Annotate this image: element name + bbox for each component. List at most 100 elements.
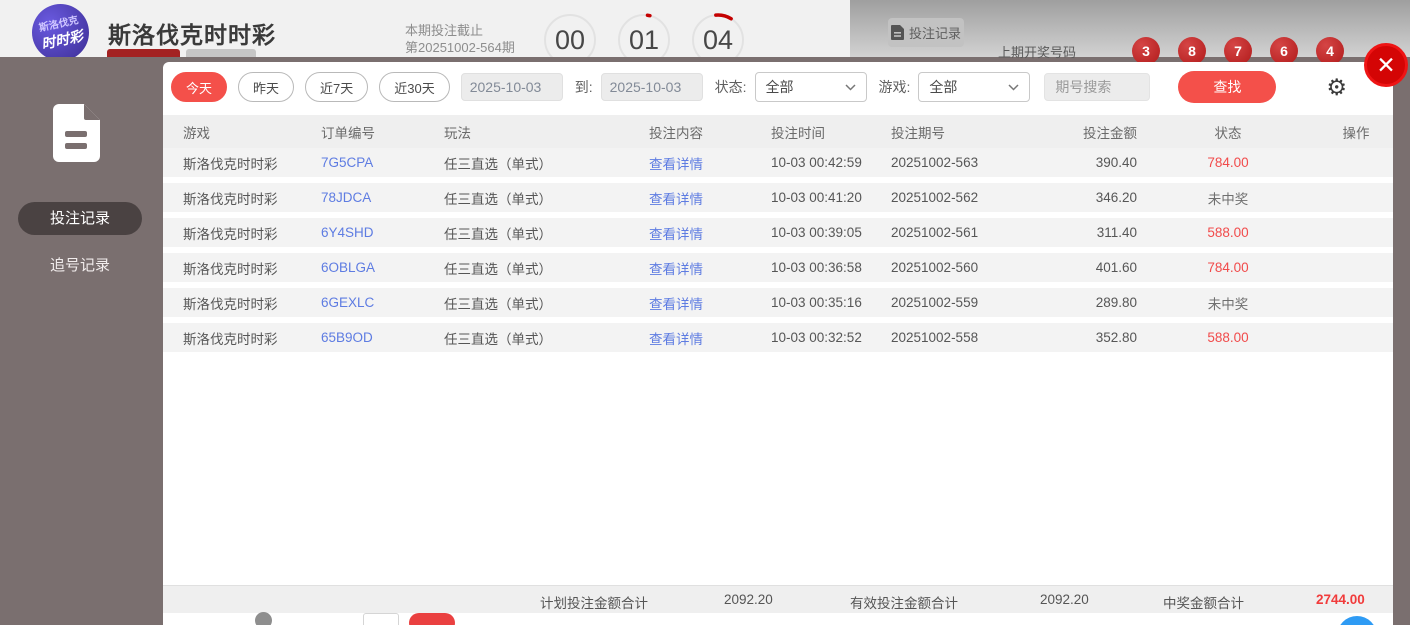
- countdown-timer: 00 01 04: [543, 13, 745, 57]
- order-number-link[interactable]: 7G5CPA: [321, 155, 444, 170]
- cell-status: 784.00: [1207, 155, 1249, 170]
- modal-sidebar: 投注记录 追号记录: [0, 60, 160, 282]
- lottery-ball: 4: [1316, 37, 1345, 65]
- view-details-link[interactable]: 查看详情: [649, 223, 771, 243]
- to-label: 到:: [574, 79, 593, 95]
- deadline-info: 本期投注截止 第20251002-564期: [405, 22, 515, 56]
- order-number-link[interactable]: 78JDCA: [321, 190, 444, 205]
- table-body: 斯洛伐克时时彩 7G5CPA 任三直选（单式） 查看详情 10-03 00:42…: [163, 148, 1393, 352]
- col-play: 玩法: [444, 125, 471, 141]
- status-label: 状态:: [714, 79, 747, 95]
- table-header: 游戏 订单编号 玩法 投注内容 投注时间 投注期号 投注金额 状态 操作: [163, 115, 1393, 148]
- cell-game: 斯洛伐克时时彩: [183, 331, 278, 347]
- order-number-link[interactable]: 65B9OD: [321, 330, 444, 345]
- sidebar-item-chase-records[interactable]: 追号记录: [18, 249, 142, 282]
- lottery-ball: 6: [1270, 37, 1299, 65]
- cell-bet-period: 20251002-563: [891, 155, 979, 170]
- col-status: 状态: [1214, 125, 1242, 141]
- chevron-down-icon: [1008, 83, 1019, 91]
- game-select[interactable]: 全部: [918, 72, 1031, 102]
- filter-30days-button[interactable]: 近30天: [379, 72, 450, 102]
- refresh-icon[interactable]: [255, 612, 272, 625]
- win-total-value: 2744.00: [1316, 592, 1365, 607]
- col-period: 投注期号: [891, 125, 945, 141]
- bet-record-button[interactable]: 投注记录: [888, 18, 964, 47]
- filter-yesterday-button[interactable]: 昨天: [238, 72, 295, 102]
- lottery-ball: 3: [1132, 37, 1161, 65]
- col-game: 游戏: [183, 125, 210, 141]
- cell-bet-period: 20251002-562: [891, 190, 979, 205]
- page-go-button[interactable]: [409, 613, 455, 625]
- countdown-minutes-high: 00: [543, 13, 597, 57]
- countdown-seconds: 04: [691, 13, 745, 57]
- table-row: 斯洛伐克时时彩 7G5CPA 任三直选（单式） 查看详情 10-03 00:42…: [163, 148, 1393, 177]
- bet-record-button-label: 投注记录: [908, 26, 961, 41]
- file-icon: [53, 104, 100, 162]
- table-row: 斯洛伐克时时彩 6OBLGA 任三直选（单式） 查看详情 10-03 00:36…: [163, 253, 1393, 282]
- cell-bet-period: 20251002-561: [891, 225, 979, 240]
- cell-bet-time: 10-03 00:42:59: [771, 155, 862, 170]
- table-row: 斯洛伐克时时彩 6GEXLC 任三直选（单式） 查看详情 10-03 00:35…: [163, 288, 1393, 317]
- header-gray-button-cut[interactable]: [186, 49, 256, 57]
- cell-bet-amount: 311.40: [1096, 225, 1137, 240]
- cell-status: 未中奖: [1207, 296, 1249, 312]
- date-from-input[interactable]: [460, 73, 563, 101]
- cell-game: 斯洛伐克时时彩: [183, 156, 278, 172]
- valid-total-label: 有效投注金额合计: [850, 596, 958, 611]
- col-order: 订单编号: [321, 125, 375, 141]
- order-number-link[interactable]: 6OBLGA: [321, 260, 444, 275]
- filter-today-button[interactable]: 今天: [171, 72, 228, 102]
- current-period: 第20251002-564期: [405, 40, 515, 55]
- cell-bet-period: 20251002-560: [891, 260, 979, 275]
- col-content: 投注内容: [649, 125, 703, 141]
- filter-7days-button[interactable]: 近7天: [305, 72, 369, 102]
- plan-total-label: 计划投注金额合计: [540, 596, 648, 611]
- view-details-link[interactable]: 查看详情: [649, 328, 771, 348]
- page-title: 斯洛伐克时时彩: [108, 22, 276, 48]
- cell-status: 未中奖: [1207, 191, 1249, 207]
- game-label: 游戏:: [878, 79, 911, 95]
- gear-icon[interactable]: ⚙: [1326, 74, 1347, 100]
- sidebar-item-bet-records[interactable]: 投注记录: [18, 202, 142, 235]
- document-icon: [890, 25, 904, 40]
- prev-draw-label: 上期开奖号码: [998, 44, 1077, 60]
- cell-bet-amount: 390.40: [1095, 155, 1137, 170]
- cell-bet-time: 10-03 00:32:52: [771, 330, 862, 345]
- lottery-ball: 8: [1178, 37, 1207, 65]
- cell-game: 斯洛伐克时时彩: [183, 191, 278, 207]
- cell-game: 斯洛伐克时时彩: [183, 226, 278, 242]
- cell-bet-amount: 401.60: [1095, 260, 1137, 275]
- plan-total-value: 2092.20: [724, 592, 773, 607]
- view-details-link[interactable]: 查看详情: [649, 153, 771, 173]
- bet-records-modal: 今天 昨天 近7天 近30天 到: 状态: 全部 游戏: 全部 查找 ⚙ 游戏 …: [163, 62, 1393, 625]
- deadline-label: 本期投注截止: [405, 23, 484, 38]
- cell-play-type: 任三直选（单式）: [444, 261, 552, 277]
- view-details-link[interactable]: 查看详情: [649, 258, 771, 278]
- table-row: 斯洛伐克时时彩 6Y4SHD 任三直选（单式） 查看详情 10-03 00:39…: [163, 218, 1393, 247]
- cell-status: 588.00: [1207, 330, 1249, 345]
- col-amount: 投注金额: [1083, 125, 1137, 141]
- site-logo: 斯洛伐克 时时彩: [26, 0, 95, 57]
- order-number-link[interactable]: 6GEXLC: [321, 295, 444, 310]
- cell-bet-amount: 289.80: [1095, 295, 1137, 310]
- cell-bet-amount: 352.80: [1095, 330, 1137, 345]
- view-details-link[interactable]: 查看详情: [649, 293, 771, 313]
- search-button[interactable]: 查找: [1178, 71, 1277, 103]
- game-select-value: 全部: [929, 79, 958, 95]
- cell-bet-period: 20251002-559: [891, 295, 979, 310]
- date-to-input[interactable]: [600, 73, 703, 101]
- cell-play-type: 任三直选（单式）: [444, 296, 552, 312]
- table-row: 斯洛伐克时时彩 78JDCA 任三直选（单式） 查看详情 10-03 00:41…: [163, 183, 1393, 212]
- cell-status: 784.00: [1207, 260, 1249, 275]
- order-number-link[interactable]: 6Y4SHD: [321, 225, 444, 240]
- close-icon[interactable]: ✕: [1364, 43, 1408, 87]
- status-select-value: 全部: [765, 79, 794, 95]
- period-search-input[interactable]: [1044, 73, 1151, 101]
- header-red-button-cut[interactable]: [107, 49, 180, 57]
- view-details-link[interactable]: 查看详情: [649, 188, 771, 208]
- page-input[interactable]: [363, 613, 399, 625]
- cell-status: 588.00: [1207, 225, 1249, 240]
- status-select[interactable]: 全部: [754, 72, 867, 102]
- lottery-ball: 7: [1224, 37, 1253, 65]
- filter-bar: 今天 昨天 近7天 近30天 到: 状态: 全部 游戏: 全部 查找 ⚙: [163, 62, 1393, 112]
